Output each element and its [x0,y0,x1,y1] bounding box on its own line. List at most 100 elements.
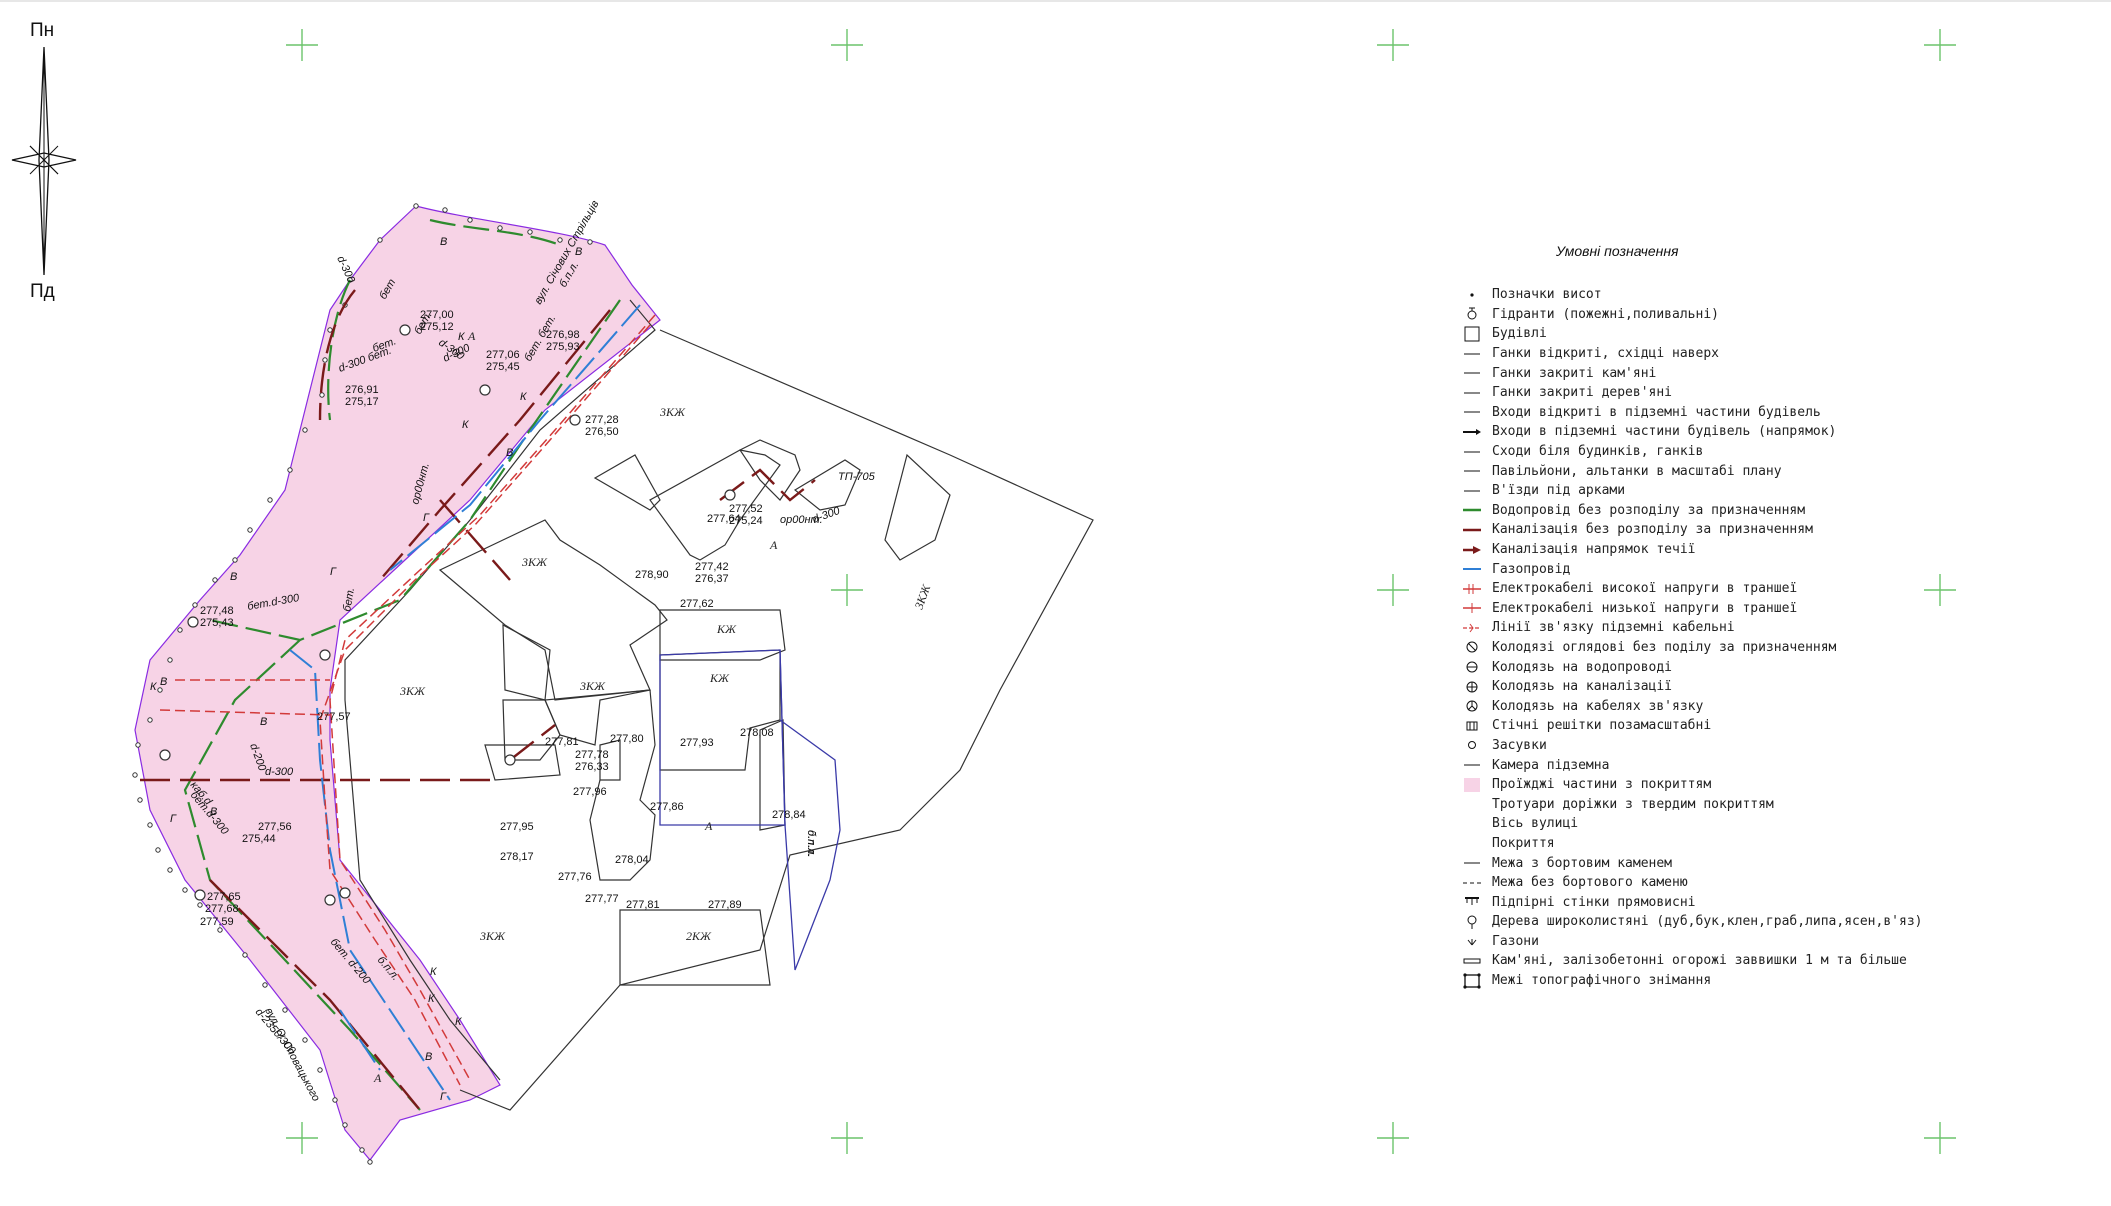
legend-item: Колодязь на каналізації [1462,677,2102,697]
elevation-label: 277,86 [650,801,684,813]
legend-item: Будівлі [1462,324,2102,344]
zone-label: А [467,329,476,343]
legend-item: Межа без бортового каменю [1462,873,2102,893]
legend-list: Позначки висот Гідранти (пожежні,поливаль… [1462,285,2102,990]
legend-item-label: Стічні решітки позамасштабні [1492,718,1712,734]
elevation-label: 277,62 [680,598,714,610]
thin-line-icon [1462,404,1482,420]
elevation-label: 277,56 [258,821,292,833]
legend-item-label: Засувки [1492,737,1547,753]
elevation-label: 276,33 [575,761,609,773]
elevation-label: 277,95 [500,821,534,833]
legend-item: Колодязь на водопроводі [1462,657,2102,677]
elevation-label: 277,96 [573,786,607,798]
pipe-letter: К [428,993,435,1005]
thin-line-icon [1462,463,1482,479]
elevation-label: 277,65 [207,891,241,903]
legend-item: Ганки закриті дерев'яні [1462,383,2102,403]
legend-item: Каналізація без розподілу за призначення… [1462,520,2102,540]
elevation-label: 275,43 [200,617,234,629]
well-sewer-icon [1462,679,1482,695]
legend-item-label: Входи відкриті в підземні частини будіве… [1492,404,1821,420]
legend-item: Покриття [1462,834,2102,854]
legend-item: Колодязь на кабелях зв'язку [1462,696,2102,716]
thin-line-icon [1462,855,1482,871]
pipe-label: ТП-705 [838,471,876,483]
hydrant-icon [1462,306,1482,322]
legend-item: В'їзди під арками [1462,481,2102,501]
elevation-label: 276,50 [585,426,619,438]
legend-item: Газони [1462,932,2102,952]
pipe-letter: В [425,1051,432,1063]
arrow-line-icon [1462,424,1482,440]
zone-label: 3КЖ [521,555,548,569]
legend-item-label: Межа з бортовим каменем [1492,855,1673,871]
north-arrow-icon: Пн Пд [11,20,77,302]
elevation-label: 277,57 [317,711,351,723]
legend-item: Тротуари доріжки з твердим покриттям [1462,794,2102,814]
darkred-arrow-icon [1462,542,1482,558]
legend-item-label: Колодязі оглядові без поділу за призначе… [1492,639,1837,655]
pipe-label: d-300 [811,505,842,526]
legend-item: Електрокабелі високої напруги в траншеї [1462,579,2102,599]
compass-south-label: Пд [30,281,55,302]
legend-item: Лінії зв'язку підземні кабельні [1462,618,2102,638]
pipe-letter: К [150,681,157,693]
square-icon [1462,326,1482,342]
legend-item-label: В'їзди під арками [1492,483,1626,499]
legend-item-label: Колодязь на водопроводі [1492,659,1673,675]
elevation-label: 277,93 [680,737,714,749]
zone-label: 3КЖ [579,679,606,693]
elevation-label: 277,42 [695,561,729,573]
legend-item-label: Електрокабелі низької напруги в траншеї [1492,600,1798,616]
map-legend: Умовні позначення Позначки висот Гідранти… [1462,243,2102,990]
legend-item-label: Ганки відкриті, східці наверх [1492,346,1719,362]
legend-item-label: Колодязь на каналізації [1492,679,1673,695]
thin-line-icon [1462,757,1482,773]
pipe-letter: В [160,676,167,688]
thin-line-icon [1462,346,1482,362]
pipe-label: d-300 [334,254,357,285]
legend-item-label: Дерева широколистяні (дуб,бук,клен,граб,… [1492,914,1923,930]
red-hv-line-icon [1462,581,1482,597]
survey-boundary-icon [1462,972,1482,989]
legend-item: Дерева широколистяні (дуб,бук,клен,граб,… [1462,912,2102,932]
legend-item: Межа з бортовим каменем [1462,853,2102,873]
pipe-letter: Г [330,566,337,578]
legend-item-label: Межі топографічного знімання [1492,973,1712,989]
legend-item: Електрокабелі низької напруги в траншеї [1462,599,2102,619]
elevation-label: 277,64 [707,513,741,525]
legend-item-label: Газопровід [1492,561,1571,577]
pipe-letter: К [430,966,437,978]
legend-item-label: Позначки висот [1492,287,1602,303]
legend-item: Сходи біля будинків, ганків [1462,442,2102,462]
elevation-label: 278,84 [772,809,806,821]
legend-item-label: Підпірні стінки прямовисні [1492,894,1696,910]
elevation-label: 277,81 [626,899,660,911]
well-cable-icon [1462,698,1482,714]
zone-label: КЖ [716,622,737,636]
legend-symbol-empty [1462,816,1482,832]
pipe-letter: К [462,419,469,431]
legend-item-label: Кам'яні, залізобетонні огорожі заввишки … [1492,953,1907,969]
pipe-letter: К [520,391,527,403]
legend-item-label: Гідранти (пожежні,поливальні) [1492,306,1719,322]
legend-title: Умовні позначення [1556,243,1679,259]
legend-item: Стічні решітки позамасштабні [1462,716,2102,736]
elevation-label: 278,17 [500,851,534,863]
blue-line-icon [1462,561,1482,577]
legend-item: Входи відкриті в підземні частини будіве… [1462,403,2102,423]
zone-label: А [769,538,778,552]
legend-item: Засувки [1462,736,2102,756]
legend-item-label: Електрокабелі високої напруги в траншеї [1492,581,1798,597]
elevation-label: 277,28 [585,414,619,426]
legend-item-label: Вісь вулиці [1492,816,1579,832]
legend-item-label: Павільйони, альтанки в масштабі плану [1492,463,1782,479]
legend-item-label: Сходи біля будинків, ганків [1492,444,1704,460]
elevation-label: 277,77 [585,893,619,905]
zone-label: 3КЖ [659,405,686,419]
zone-label: А [704,819,713,833]
elevation-label: 277,80 [610,733,644,745]
legend-item: Каналізація напрямок течії [1462,540,2102,560]
legend-item: Газопровід [1462,559,2102,579]
